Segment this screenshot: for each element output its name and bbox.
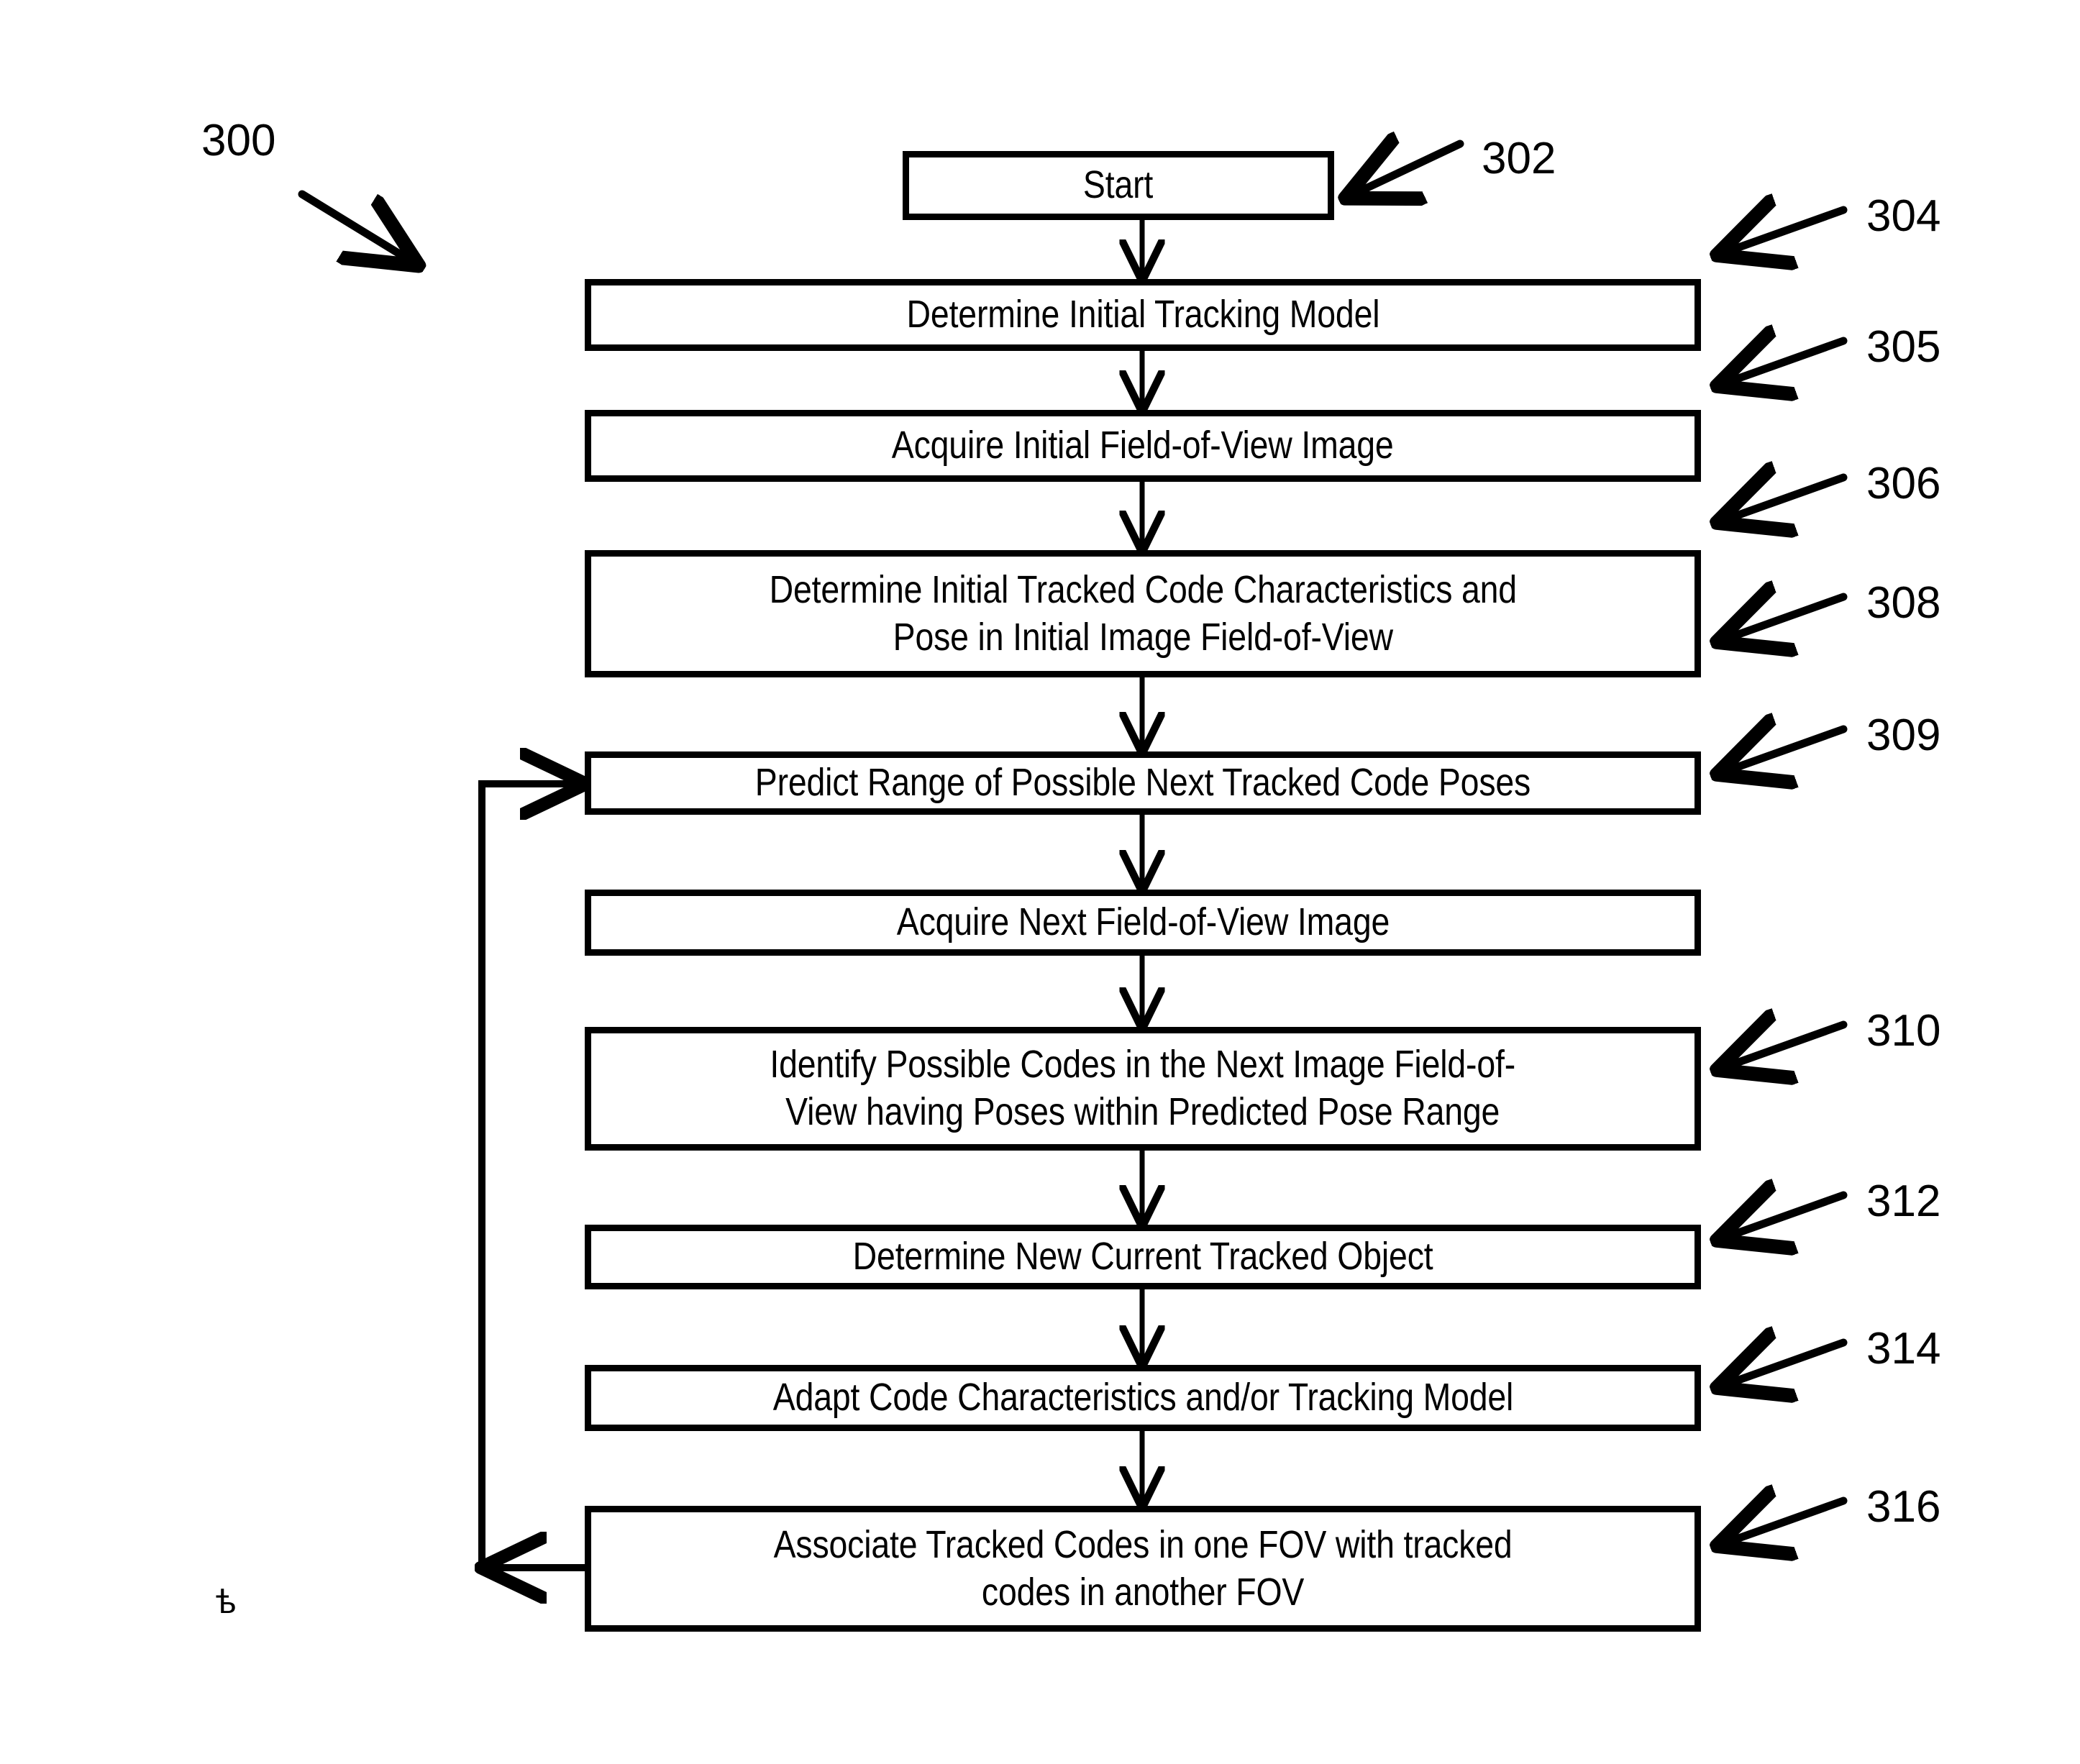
process-box-label: Identify Possible Codes in the Next Imag… [770, 1043, 1516, 1133]
process-box-label: Adapt Code Characteristics and/or Tracki… [772, 1376, 1513, 1420]
process-box-label: Predict Range of Possible Next Tracked C… [754, 761, 1531, 805]
leader-arrow-308 [1723, 597, 1848, 640]
process-box-label: Acquire Next Field-of-View Image [896, 900, 1390, 944]
process-box-label: Acquire Initial Field-of-View Image [892, 424, 1394, 467]
leader-arrow-310 [1723, 1025, 1848, 1068]
process-box-316: Associate Tracked Codes in one FOV with … [585, 1506, 1701, 1632]
reference-number-309: 309 [1866, 710, 1941, 760]
process-box-label: Associate Tracked Codes in one FOV with … [773, 1522, 1513, 1614]
leader-arrow-314 [1723, 1343, 1848, 1386]
reference-number-314: 314 [1866, 1324, 1941, 1374]
process-box-304: Determine Initial Tracking Model [585, 279, 1701, 351]
connector-layer [298, 0, 1848, 1764]
leader-arrow-300 [298, 190, 414, 262]
leader-arrow-302 [1351, 144, 1464, 196]
leader-arrow-309 [1723, 729, 1848, 772]
reference-number-308: 308 [1866, 578, 1941, 628]
reference-number-305: 305 [1866, 322, 1941, 372]
reference-number-306: 306 [1866, 459, 1941, 508]
process-box-314: Adapt Code Characteristics and/or Tracki… [585, 1365, 1701, 1431]
leader-arrow-312 [1723, 1195, 1848, 1238]
reference-number-310: 310 [1866, 1006, 1941, 1056]
figure-number-300: 300 [201, 116, 276, 165]
leader-arrow-304 [1723, 210, 1848, 253]
process-box-label: Determine Initial Tracking Model [906, 293, 1379, 337]
process-box-label: Determine New Current Tracked Object [852, 1235, 1433, 1279]
reference-number-304: 304 [1866, 191, 1941, 241]
process-box-309: Acquire Next Field-of-View Image [585, 890, 1701, 956]
process-box-label: Start [1083, 163, 1154, 207]
reference-number-302: 302 [1482, 134, 1556, 183]
process-box-305: Acquire Initial Field-of-View Image [585, 410, 1701, 482]
figure-canvas: 300 Start Determine Initial Tracking Mode… [0, 0, 2080, 1764]
reference-number-312: 312 [1866, 1176, 1941, 1226]
process-box-302: Start [903, 151, 1334, 220]
reference-number-316: 316 [1866, 1482, 1941, 1532]
process-box-label: Determine Initial Tracked Code Character… [769, 567, 1517, 659]
process-box-306: Determine Initial Tracked Code Character… [585, 550, 1701, 677]
process-box-312: Determine New Current Tracked Object [585, 1225, 1701, 1289]
leader-arrow-306 [1723, 477, 1848, 521]
process-box-308: Predict Range of Possible Next Tracked C… [585, 751, 1701, 815]
leader-arrow-316 [1723, 1501, 1848, 1544]
stray-glyph-artifact: ѣ [216, 1583, 237, 1620]
leader-arrow-305 [1723, 341, 1848, 384]
feedback-loop-return-segment [478, 784, 580, 1568]
process-box-310: Identify Possible Codes in the Next Imag… [585, 1027, 1701, 1151]
